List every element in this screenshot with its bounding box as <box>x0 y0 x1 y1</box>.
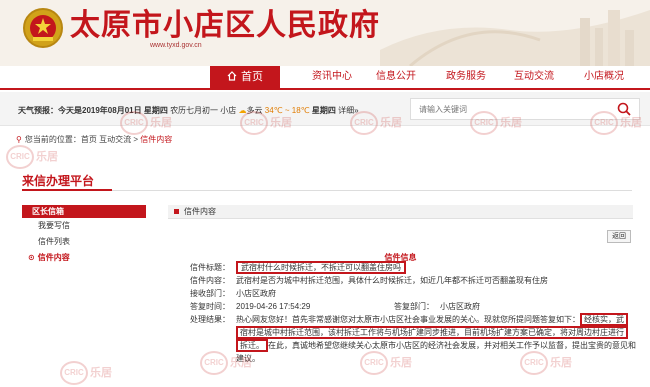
weather-lunar: 农历七月初一 <box>170 106 219 115</box>
sidebar-header[interactable]: 区长信箱 <box>22 205 146 218</box>
nav-item-services[interactable]: 政务服务 <box>434 66 498 88</box>
weather-temperature: 34℃ ~ 18℃ <box>264 106 310 115</box>
site-url[interactable]: www.tyxd.gov.cn <box>150 42 202 49</box>
breadcrumb-prefix: 您当前的位置： <box>24 135 81 144</box>
national-emblem-icon <box>23 8 63 48</box>
reply-text-1: 热心网友您好！首先非常感谢您对太原市小店区社会事业发展的关心。现就您所提问题答复… <box>236 315 580 324</box>
field-value-result: 热心网友您好！首先非常感谢您对太原市小店区社会事业发展的关心。现就您所提问题答复… <box>236 313 636 365</box>
field-row-content: 信件内容： 武宿村是否为城中村拆迁范围，具体什么时候拆迁，如近几年都不拆迁可否翻… <box>182 274 632 287</box>
letter-fields: 信件标题： 武宿村什么时候拆迁，不拆迁可以翻盖住房吗 信件内容： 武宿村是否为城… <box>182 261 636 367</box>
reply-text-2: 在此，真诚地希望您继续关心太原市小店区的经济社会发展，并对相关工作予以监督，提出… <box>236 341 636 363</box>
search-icon[interactable] <box>617 102 631 116</box>
city-skyline-decoration <box>380 10 650 66</box>
field-row-reply-time: 答复时间： 2019-04-26 17:54:29 答复部门： 小店区政府 <box>182 300 632 313</box>
weather-prefix: 天气预报：今天是 <box>18 106 82 115</box>
field-key: 答复时间： <box>190 302 230 311</box>
breadcrumb-home[interactable]: 首页 <box>81 135 97 144</box>
reply-highlight-3: 拆迁。 <box>236 339 268 352</box>
field-key: 接收部门： <box>190 289 230 298</box>
nav-item-news[interactable]: 资讯中心 <box>300 66 364 88</box>
field-value-title: 武宿村什么时候拆迁，不拆迁可以翻盖住房吗 <box>236 261 406 274</box>
nav-item-info-disclosure[interactable]: 信息公开 <box>364 66 428 88</box>
field-value-content: 武宿村是否为城中村拆迁范围，具体什么时候拆迁，如近几年都不拆迁可否翻盖现有住房 <box>236 276 548 285</box>
search-box <box>410 98 640 120</box>
field-key: 答复部门： <box>394 302 434 311</box>
nav-item-label: 首页 <box>241 71 263 83</box>
reply-highlight-1: 经核实，武 <box>580 313 628 326</box>
reply-highlight-2: 宿村是城中村拆迁范围，该村拆迁工作将与机场扩建同步推进，目前机场扩建方案已确定，… <box>236 326 628 339</box>
sidebar: 区长信箱 我要写信 信件列表 ⊙ 信件内容 <box>22 205 146 266</box>
field-key: 信件标题： <box>190 263 230 272</box>
sidebar-item-label: 信件内容 <box>37 253 70 262</box>
title-divider <box>22 190 632 191</box>
bullet-icon: ⊙ <box>28 253 35 262</box>
field-value-reply-dept: 小店区政府 <box>440 302 480 311</box>
field-value-reply-time: 2019-04-26 17:54:29 <box>236 302 311 311</box>
content-header-label: 信件内容 <box>184 207 216 216</box>
content-header: 信件内容 <box>168 205 633 219</box>
weather-date: 2019年08月01日 <box>82 106 142 115</box>
field-row-dept: 接收部门： 小店区政府 <box>182 287 632 300</box>
sidebar-item-letter-list[interactable]: 信件列表 <box>22 234 146 250</box>
breadcrumb-interaction[interactable]: 互动交流 <box>99 135 131 144</box>
location-pin-icon: ⚲ <box>16 135 22 144</box>
breadcrumb-current: 信件内容 <box>140 135 173 144</box>
weather-condition: 多云 <box>246 106 263 115</box>
field-value-dept: 小店区政府 <box>236 289 276 298</box>
breadcrumb: ⚲ 您当前的位置：首页 互动交流 > 信件内容 <box>16 135 173 144</box>
watermark-logo: CRIC 乐居 <box>60 360 116 386</box>
sidebar-item-write-letter[interactable]: 我要写信 <box>22 218 146 234</box>
site-header: 太原市小店区人民政府 www.tyxd.gov.cn <box>0 0 650 66</box>
title-underline <box>22 189 112 191</box>
weather-weekday: 星期四 <box>143 106 168 115</box>
letter-content-panel: 信件内容 返回 信件信息 信件标题： 武宿村什么时候拆迁，不拆迁可以翻盖住房吗 … <box>168 205 636 387</box>
nav-item-interaction[interactable]: 互动交流 <box>502 66 566 88</box>
field-row-result: 处理结果： 热心网友您好！首先非常感谢您对太原市小店区社会事业发展的关心。现就您… <box>182 313 636 367</box>
search-input[interactable] <box>411 99 611 119</box>
weather-weekday-2: 星期四 <box>311 106 336 115</box>
field-row-title: 信件标题： 武宿村什么时候拆迁，不拆迁可以翻盖住房吗 <box>182 261 632 274</box>
nav-item-home[interactable]: 首页 <box>210 66 280 88</box>
sidebar-item-letter-content[interactable]: ⊙ 信件内容 <box>22 250 146 266</box>
sun-cloud-icon: ☁ <box>238 106 247 115</box>
platform-title: 来信办理平台 <box>22 174 95 188</box>
weather-forecast: 天气预报：今天是2019年08月01日 星期四 农历七月初一 小店 ☁多云 34… <box>18 105 359 116</box>
nav-item-overview[interactable]: 小店概况 <box>572 66 636 88</box>
square-bullet-icon <box>174 209 179 214</box>
weather-district: 小店 <box>220 106 237 115</box>
info-bar: 天气预报：今天是2019年08月01日 星期四 农历七月初一 小店 ☁多云 34… <box>0 92 650 126</box>
back-button[interactable]: 返回 <box>607 230 631 243</box>
home-icon <box>227 71 237 81</box>
watermark-logo: CRIC 乐居 <box>6 144 62 170</box>
weather-detail-link[interactable]: 详细» <box>338 106 358 115</box>
site-title: 太原市小店区人民政府 <box>70 9 380 42</box>
field-key: 处理结果： <box>190 315 230 324</box>
field-key: 信件内容： <box>190 276 230 285</box>
main-nav: 首页 资讯中心 信息公开 政务服务 互动交流 小店概况 <box>0 66 650 90</box>
